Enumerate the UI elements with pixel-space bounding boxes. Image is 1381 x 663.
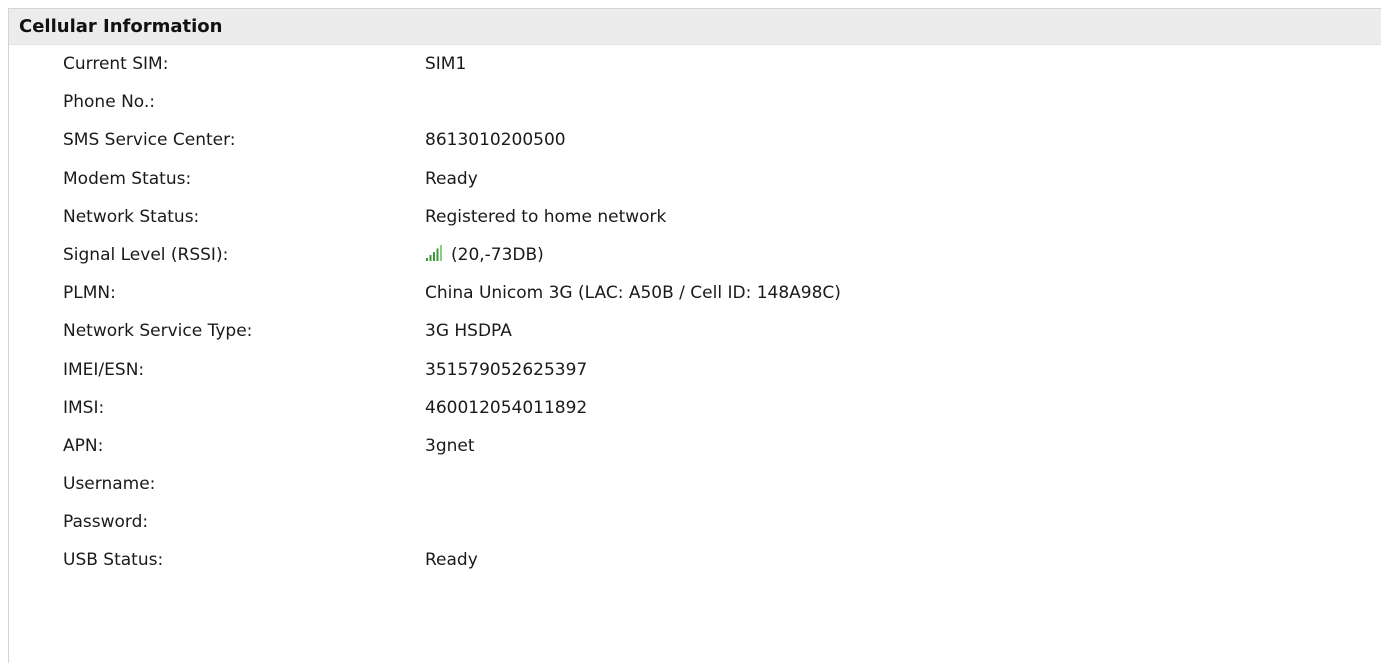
signal-level-label: Signal Level (RSSI):	[63, 244, 229, 265]
signal-level-value-wrap: (20,-73DB)	[425, 244, 544, 265]
info-row-signal-level: Signal Level (RSSI): (20,-73DB)	[9, 236, 1381, 274]
info-row-username: Username:	[9, 465, 1381, 503]
signal-strength-icon	[426, 244, 442, 261]
modem-status-label: Modem Status:	[63, 168, 192, 189]
network-service-type-value: 3G HSDPA	[425, 321, 512, 342]
current-sim-label: Current SIM:	[63, 54, 169, 74]
network-status-label: Network Status:	[63, 206, 200, 227]
modem-status-value: Ready	[425, 168, 478, 189]
imei-esn-value: 351579052625397	[425, 359, 588, 380]
info-row-usb-status: USB Status: Ready	[9, 541, 1381, 579]
info-row-plmn: PLMN: China Unicom 3G (LAC: A50B / Cell …	[9, 274, 1381, 312]
password-label: Password:	[63, 512, 149, 533]
plmn-label: PLMN:	[63, 283, 116, 304]
current-sim-value: SIM1	[425, 54, 467, 74]
info-row-current-sim: Current SIM: SIM1	[9, 45, 1381, 83]
info-row-sms-service-center: SMS Service Center: 8613010200500	[9, 121, 1381, 159]
imsi-label: IMSI:	[63, 397, 105, 418]
network-service-type-label: Network Service Type:	[63, 321, 253, 342]
sms-service-center-value: 8613010200500	[425, 130, 566, 151]
info-row-password: Password:	[9, 503, 1381, 541]
usb-status-label: USB Status:	[63, 550, 164, 571]
phone-no-label: Phone No.:	[63, 92, 156, 113]
panel-title: Cellular Information	[9, 9, 1381, 45]
usb-status-value: Ready	[425, 550, 478, 571]
info-row-imei-esn: IMEI/ESN: 351579052625397	[9, 351, 1381, 389]
imsi-value: 460012054011892	[425, 397, 588, 418]
info-row-network-status: Network Status: Registered to home netwo…	[9, 198, 1381, 236]
info-row-phone-no: Phone No.:	[9, 83, 1381, 121]
info-row-imsi: IMSI: 460012054011892	[9, 389, 1381, 427]
signal-level-value: (20,-73DB)	[451, 244, 544, 265]
apn-value: 3gnet	[425, 435, 475, 456]
info-row-modem-status: Modem Status: Ready	[9, 160, 1381, 198]
imei-esn-label: IMEI/ESN:	[63, 359, 145, 380]
network-status-value: Registered to home network	[425, 206, 667, 227]
info-row-apn: APN: 3gnet	[9, 427, 1381, 465]
sms-service-center-label: SMS Service Center:	[63, 130, 236, 151]
username-label: Username:	[63, 474, 156, 495]
cellular-information-panel: Cellular Information Current SIM: SIM1 P…	[8, 8, 1381, 663]
info-table: Current SIM: SIM1 Phone No.: SMS Service…	[9, 45, 1381, 580]
apn-label: APN:	[63, 435, 104, 456]
plmn-value: China Unicom 3G (LAC: A50B / Cell ID: 14…	[425, 283, 841, 304]
info-row-network-service-type: Network Service Type: 3G HSDPA	[9, 312, 1381, 350]
